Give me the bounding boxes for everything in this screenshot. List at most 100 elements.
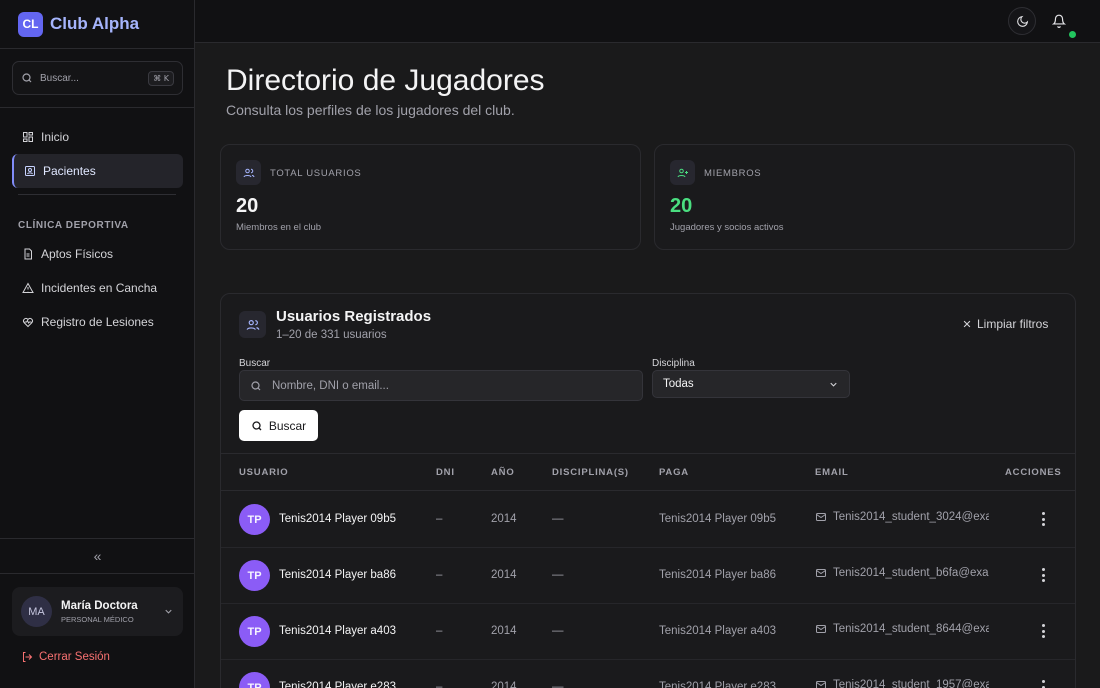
column-header-paga[interactable]: PAGA xyxy=(659,467,689,478)
email-cell: Tenis2014_student_1957@example.com xyxy=(815,679,989,688)
email-cell: Tenis2014_student_3024@example.com xyxy=(815,511,989,523)
search-icon xyxy=(252,420,262,430)
mail-icon xyxy=(816,513,826,521)
search-placeholder: Nombre, DNI o email... xyxy=(272,379,389,392)
dashboard-icon xyxy=(23,132,33,142)
row-actions-button[interactable] xyxy=(1037,509,1049,529)
brand[interactable]: CL Club Alpha xyxy=(0,0,194,49)
collapse-sidebar-button[interactable]: « xyxy=(0,538,195,574)
nav-item-label: Incidentes en Cancha xyxy=(41,281,158,295)
users-icon xyxy=(236,160,261,185)
year-cell: 2014 xyxy=(491,625,517,637)
pagination-summary: 1–20 de 331 usuarios xyxy=(276,329,387,341)
paga-cell: Tenis2014 Player ba86 xyxy=(659,569,776,581)
nav-item-lesiones[interactable]: Registro de Lesiones xyxy=(12,305,183,339)
discipline-cell: — xyxy=(552,681,564,688)
notifications-button[interactable] xyxy=(1045,7,1073,35)
nav-item-inicio[interactable]: Inicio xyxy=(12,120,183,154)
paga-cell: Tenis2014 Player 09b5 xyxy=(659,513,776,525)
panel-title: Usuarios Registrados xyxy=(276,308,432,325)
clear-filters-label: Limpiar filtros xyxy=(977,317,1049,331)
search-icon xyxy=(251,380,261,390)
table-row[interactable]: TP Tenis2014 Player a403 – 2014 — Tenis2014 P… xyxy=(221,604,1075,660)
stat-card-total-usuarios: TOTAL USUARIOS 20 Miembros en el club xyxy=(220,144,641,250)
column-header-acciones: ACCIONES xyxy=(1005,467,1062,478)
logout-button[interactable]: Cerrar Sesión xyxy=(21,651,110,663)
notification-dot xyxy=(1069,31,1076,38)
email-cell: Tenis2014_student_8644@example.com xyxy=(815,623,989,635)
nav-item-aptos-fisicos[interactable]: Aptos Físicos xyxy=(12,237,183,271)
user-name-cell[interactable]: Tenis2014 Player ba86 xyxy=(279,569,396,581)
column-header-disciplinas[interactable]: DISCIPLINA(S) xyxy=(552,467,629,478)
dni-cell: – xyxy=(436,569,443,581)
row-actions-button[interactable] xyxy=(1037,677,1049,688)
avatar: TP xyxy=(239,504,270,535)
search-field-label: Buscar xyxy=(239,358,271,369)
year-cell: 2014 xyxy=(491,513,517,525)
mail-icon xyxy=(816,569,826,577)
row-actions-button[interactable] xyxy=(1037,565,1049,585)
table-row[interactable]: TP Tenis2014 Player 09b5 – 2014 — Tenis2014 P… xyxy=(221,492,1075,548)
contact-card-icon xyxy=(25,166,35,176)
mail-icon xyxy=(816,681,826,688)
user-name-cell[interactable]: Tenis2014 Player 09b5 xyxy=(279,513,396,525)
avatar: MA xyxy=(21,596,52,627)
page-title: Directorio de Jugadores xyxy=(226,64,545,97)
column-header-usuario[interactable]: USUARIO xyxy=(239,467,288,478)
column-header-email[interactable]: EMAIL xyxy=(815,467,849,478)
search-input[interactable]: Nombre, DNI o email... xyxy=(239,370,643,401)
discipline-select[interactable]: Todas xyxy=(652,370,850,398)
dni-cell: – xyxy=(436,625,443,637)
nav-item-label: Registro de Lesiones xyxy=(41,315,154,329)
sidebar: CL Club Alpha Buscar... ⌘ K Inicio Pacie… xyxy=(0,0,195,688)
year-cell: 2014 xyxy=(491,681,517,688)
search-button-label: Buscar xyxy=(268,418,307,433)
dni-cell: – xyxy=(436,513,443,525)
brand-name: Club Alpha xyxy=(50,14,140,33)
page-subtitle: Consulta los perfiles de los jugadores d… xyxy=(226,102,515,118)
moon-icon xyxy=(1016,15,1028,27)
paga-cell: Tenis2014 Player a403 xyxy=(659,625,776,637)
email-cell: Tenis2014_student_b6fa@example.com xyxy=(815,567,989,579)
registered-users-panel: Usuarios Registrados 1–20 de 331 usuario… xyxy=(220,293,1076,688)
user-name-cell[interactable]: Tenis2014 Player a403 xyxy=(279,625,396,637)
bell-icon xyxy=(1052,14,1066,28)
clear-filters-button[interactable]: Limpiar filtros xyxy=(962,317,1048,331)
stat-card-miembros: MIEMBROS 20 Jugadores y socios activos xyxy=(654,144,1075,250)
logout-icon xyxy=(23,652,33,662)
search-button[interactable]: Buscar xyxy=(239,410,318,441)
sidebar-search[interactable]: Buscar... ⌘ K xyxy=(12,61,183,95)
nav-item-label: Aptos Físicos xyxy=(41,247,114,261)
document-icon xyxy=(24,248,32,260)
nav-item-incidentes[interactable]: Incidentes en Cancha xyxy=(12,271,183,305)
user-menu[interactable]: MA María Doctora PERSONAL MÉDICO xyxy=(12,587,183,636)
table-row[interactable]: TP Tenis2014 Player e283 – 2014 — Tenis2014 P… xyxy=(221,660,1075,688)
discipline-cell: — xyxy=(552,513,564,525)
logout-label: Cerrar Sesión xyxy=(39,651,110,663)
email-text: Tenis2014_student_8644@example.com xyxy=(833,623,989,635)
user-name: María Doctora xyxy=(61,599,138,612)
user-name-cell[interactable]: Tenis2014 Player e283 xyxy=(279,681,396,688)
warning-icon xyxy=(22,282,34,293)
stat-label: MIEMBROS xyxy=(704,168,762,179)
email-text: Tenis2014_student_b6fa@example.com xyxy=(833,567,989,579)
email-text: Tenis2014_student_1957@example.com xyxy=(833,679,989,688)
row-actions-button[interactable] xyxy=(1037,621,1049,641)
stat-description: Jugadores y socios activos xyxy=(670,222,784,233)
discipline-field-label: Disciplina xyxy=(652,358,695,369)
table-row[interactable]: TP Tenis2014 Player ba86 – 2014 — Tenis2014 P… xyxy=(221,548,1075,604)
chevron-down-icon xyxy=(165,609,172,614)
email-text: Tenis2014_student_3024@example.com xyxy=(833,511,989,523)
close-icon xyxy=(963,320,971,328)
search-icon xyxy=(22,73,32,83)
table-header: USUARIO DNI AÑO DISCIPLINA(S) PAGA EMAIL… xyxy=(221,453,1075,491)
nav-item-label: Pacientes xyxy=(43,164,96,178)
topbar xyxy=(195,0,1100,43)
nav-item-pacientes[interactable]: Pacientes xyxy=(12,154,183,188)
user-plus-icon xyxy=(670,160,695,185)
nav-item-label: Inicio xyxy=(41,130,70,144)
theme-toggle-button[interactable] xyxy=(1008,7,1036,35)
stat-label: TOTAL USUARIOS xyxy=(270,168,362,179)
column-header-dni[interactable]: DNI xyxy=(436,467,455,478)
column-header-anio[interactable]: AÑO xyxy=(491,467,515,478)
